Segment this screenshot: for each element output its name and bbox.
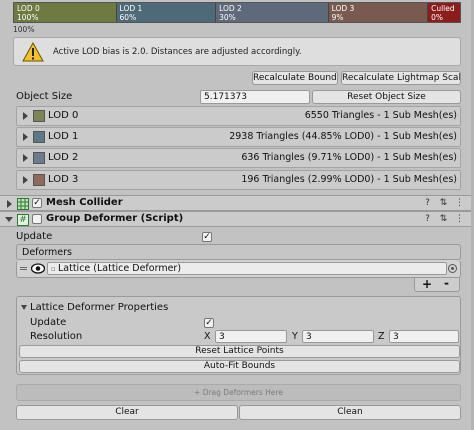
- group-deformer-title: Group Deformer (Script): [46, 213, 184, 224]
- object-size-label: Object Size: [16, 91, 73, 102]
- clear-button[interactable]: Clear: [16, 405, 238, 420]
- deformer-item-label: Lattice (Lattice Deformer): [57, 263, 182, 274]
- resolution-y-field[interactable]: 3: [302, 330, 374, 343]
- drag-hint-text: + Drag Deformers Here: [194, 388, 283, 397]
- resolution-x-field[interactable]: 3: [215, 330, 287, 343]
- resolution-z-field[interactable]: 3: [389, 330, 459, 343]
- lod-segment-name: LOD 0: [17, 4, 40, 13]
- foldout-arrow-icon[interactable]: [23, 154, 28, 162]
- object-size-field[interactable]: 5.171373: [200, 90, 310, 104]
- context-menu-icon[interactable]: ⋮: [454, 198, 465, 209]
- lattice-properties-panel: Lattice Deformer Properties Update ✓ Res…: [16, 296, 461, 375]
- lod-color-swatch: [33, 174, 45, 186]
- lod-row-name: LOD 1: [48, 131, 79, 142]
- help-icon[interactable]: ?: [422, 214, 433, 225]
- resolution-label: Resolution: [30, 331, 83, 342]
- update-label: Update: [16, 231, 53, 242]
- foldout-arrow-icon[interactable]: [7, 200, 12, 208]
- lod-row-description: 196 Triangles (2.99% LOD0) - 1 Sub Mesh(…: [241, 174, 457, 185]
- recalculate-bounds-button[interactable]: Recalculate Bounds: [252, 71, 338, 85]
- mesh-collider-title: Mesh Collider: [46, 197, 123, 208]
- recalculate-lightmap-scale-button[interactable]: Recalculate Lightmap Scale: [341, 71, 461, 85]
- lod-segment-name: Culled: [431, 4, 455, 13]
- lod-segment-3[interactable]: LOD 3 9%: [328, 3, 429, 22]
- drag-handle-icon[interactable]: [20, 267, 27, 268]
- lod-row-description: 2938 Triangles (44.85% LOD0) - 1 Sub Mes…: [229, 131, 457, 142]
- lod-bias-help-box: Active LOD bias is 2.0. Distances are ad…: [13, 37, 461, 66]
- lod-row-3[interactable]: LOD 3 196 Triangles (2.99% LOD0) - 1 Sub…: [16, 170, 461, 190]
- resolution-x-label: X: [204, 331, 211, 342]
- lod-row-2[interactable]: LOD 2 636 Triangles (9.71% LOD0) - 1 Sub…: [16, 148, 461, 168]
- resolution-y-label: Y: [292, 331, 298, 342]
- clean-button[interactable]: Clean: [239, 405, 461, 420]
- lod-segment-name: LOD 1: [119, 4, 143, 13]
- update-checkbox[interactable]: ✓: [202, 232, 212, 242]
- drag-deformers-drop-zone[interactable]: + Drag Deformers Here: [16, 384, 461, 401]
- reset-lattice-points-button[interactable]: Reset Lattice Points: [19, 345, 460, 358]
- reset-object-size-button[interactable]: Reset Object Size: [312, 90, 461, 104]
- lod-segment-percent: 60%: [119, 13, 137, 22]
- lod-bar[interactable]: LOD 0 100% LOD 1 60% LOD 2 30% LOD 3 9% Cull…: [13, 2, 461, 23]
- lod-color-swatch: [33, 131, 45, 143]
- lod-row-name: LOD 3: [48, 174, 79, 185]
- foldout-arrow-icon[interactable]: [23, 112, 28, 120]
- lod-row-name: LOD 2: [48, 152, 79, 163]
- lod-segment-percent: 30%: [219, 13, 236, 22]
- deformers-header-label: Deformers: [22, 247, 73, 258]
- props-update-label: Update: [30, 317, 67, 328]
- lod-color-swatch: [33, 152, 45, 164]
- mesh-collider-header[interactable]: ✓ Mesh Collider ? ⇅ ⋮: [0, 195, 474, 211]
- foldout-expanded-icon[interactable]: [21, 305, 27, 310]
- foldout-arrow-icon[interactable]: [23, 176, 28, 184]
- deformer-object-field[interactable]: ▫ Lattice (Lattice Deformer): [47, 262, 447, 275]
- lod-segment-2[interactable]: LOD 2 30%: [216, 3, 329, 22]
- mesh-collider-enabled-checkbox[interactable]: ✓: [32, 198, 42, 208]
- remove-element-button[interactable]: -: [444, 276, 449, 290]
- script-icon: #: [17, 214, 29, 226]
- eye-icon[interactable]: [31, 263, 45, 274]
- lod-segment-percent: 9%: [331, 13, 344, 22]
- lod-segment-1[interactable]: LOD 1 60%: [116, 3, 217, 22]
- lod-segment-percent: 0%: [431, 13, 444, 22]
- object-picker-icon[interactable]: [448, 264, 457, 273]
- presets-icon[interactable]: ⇅: [438, 198, 449, 209]
- lod-segment-0[interactable]: LOD 0 100%: [14, 3, 117, 22]
- deformers-list: ▫ Lattice (Lattice Deformer): [16, 260, 461, 278]
- group-deformer-header[interactable]: # Group Deformer (Script) ? ⇅ ⋮: [0, 211, 474, 227]
- context-menu-icon[interactable]: ⋮: [454, 214, 465, 225]
- lod-segment-culled[interactable]: Culled 0%: [428, 3, 460, 22]
- lod-segment-name: LOD 3: [331, 4, 355, 13]
- foldout-arrow-icon[interactable]: [23, 133, 28, 141]
- mesh-collider-icon: [17, 198, 29, 210]
- list-add-remove: + -: [414, 276, 460, 292]
- deformers-list-header: Deformers: [16, 244, 461, 260]
- lod-segment-name: LOD 2: [219, 4, 242, 13]
- lod-color-swatch: [33, 110, 45, 122]
- auto-fit-bounds-button[interactable]: Auto-Fit Bounds: [19, 360, 460, 373]
- lod-row-1[interactable]: LOD 1 2938 Triangles (44.85% LOD0) - 1 S…: [16, 127, 461, 147]
- props-update-checkbox[interactable]: ✓: [204, 318, 214, 328]
- lattice-properties-title: Lattice Deformer Properties: [30, 302, 169, 313]
- add-element-button[interactable]: +: [422, 277, 432, 291]
- warning-icon: [22, 41, 44, 61]
- lod-row-0[interactable]: LOD 0 6550 Triangles - 1 Sub Mesh(es): [16, 106, 461, 126]
- script-file-icon: ▫: [51, 265, 58, 273]
- foldout-expanded-icon[interactable]: [5, 217, 13, 222]
- lod-row-description: 636 Triangles (9.71% LOD0) - 1 Sub Mesh(…: [241, 152, 457, 163]
- resolution-z-label: Z: [378, 331, 385, 342]
- lod-row-description: 6550 Triangles - 1 Sub Mesh(es): [304, 110, 457, 121]
- lod-segment-percent: 100%: [17, 13, 39, 22]
- lod-row-name: LOD 0: [48, 110, 79, 121]
- help-text: Active LOD bias is 2.0. Distances are ad…: [53, 46, 302, 57]
- presets-icon[interactable]: ⇅: [438, 214, 449, 225]
- help-icon[interactable]: ?: [422, 198, 433, 209]
- group-deformer-enabled-checkbox[interactable]: [32, 214, 42, 224]
- camera-percent-label: 100%: [13, 25, 35, 34]
